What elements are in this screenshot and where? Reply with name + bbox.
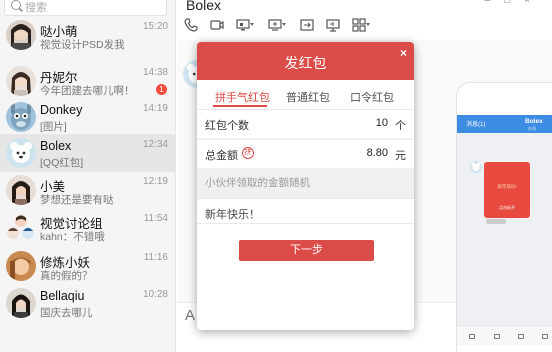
total-amount-field[interactable]: 总金额 拼 8.80 元: [197, 140, 414, 168]
red-packet-label: 点击拆开: [499, 205, 515, 210]
tab-lucky-packet[interactable]: 拼手气红包: [215, 89, 270, 105]
red-packet-icon[interactable]: [542, 334, 548, 339]
dialog-title: 发红包: [284, 55, 327, 71]
total-amount-value[interactable]: 8.80: [367, 147, 388, 159]
conversation-time: 14:19: [142, 103, 168, 114]
video-camera-icon: [210, 20, 224, 30]
send-file-button[interactable]: [300, 18, 316, 32]
avatar: [6, 102, 36, 132]
search-icon: [11, 0, 21, 10]
image-icon[interactable]: [494, 334, 500, 339]
screen-share-icon: [236, 19, 250, 31]
camera-icon[interactable]: [518, 334, 524, 339]
presentation-icon: [326, 19, 340, 32]
group-avatar: [6, 212, 36, 242]
packet-count-field[interactable]: 红包个数 10 个: [197, 110, 414, 138]
conversation-time: 14:38: [142, 67, 168, 78]
unread-badge: 1: [156, 84, 167, 95]
phone-preview: 消息(1) Bolex 在线 新年快乐! 点击拆开: [456, 82, 552, 352]
active-tab-indicator: [213, 105, 267, 107]
presentation-button[interactable]: [326, 18, 342, 32]
conversation-time: 11:54: [143, 213, 168, 224]
phone-back-label: 消息(1): [466, 122, 486, 128]
remote-desktop-button[interactable]: [268, 18, 290, 32]
conversation-preview: 梦想还是要有哒: [40, 194, 114, 206]
conversation-preview: kahn：不错哦: [40, 231, 105, 243]
conversation-preview: 今年团建去哪儿啊！: [40, 85, 135, 97]
phone-call-button[interactable]: [184, 18, 200, 32]
monitor-icon: [268, 19, 282, 31]
conversation-preview: 真的假的？: [40, 270, 93, 282]
video-call-button[interactable]: [210, 18, 226, 32]
conversation-item[interactable]: 小美 梦想还是要有哒 12:19: [0, 171, 176, 209]
hint-band: 小伙伴领取的金额随机: [197, 168, 414, 198]
chat-toolbar: [184, 18, 374, 36]
packet-count-label: 红包个数: [205, 120, 249, 132]
conversation-preview: [图片]: [40, 121, 67, 133]
packet-count-unit: 个: [395, 120, 406, 132]
conversation-item[interactable]: 丹妮尔 今年团建去哪儿啊！ 14:38 1: [0, 62, 176, 100]
conversation-sidebar: 搜索 哒小萌 视觉设计PSD发我 15:20 丹妮尔 今年团建去哪儿啊！ 14:…: [0, 0, 176, 352]
avatar: [6, 251, 36, 281]
grid-icon: [352, 18, 366, 32]
red-packet-message[interactable]: 新年快乐! 点击拆开: [484, 162, 530, 218]
conversation-time: 11:16: [143, 252, 168, 263]
packet-count-value[interactable]: 10: [376, 117, 388, 129]
file-transfer-icon: [300, 19, 314, 31]
avatar: [6, 66, 36, 96]
total-amount-unit: 元: [395, 150, 406, 162]
conversation-time: 15:20: [142, 21, 168, 32]
conversation-item[interactable]: 视觉讨论组 kahn：不错哦 11:54: [0, 208, 176, 246]
red-packet-tag: [486, 219, 506, 224]
window-controls[interactable]: –□×: [485, 0, 544, 6]
microphone-icon[interactable]: [469, 334, 475, 339]
chat-title: Bolex: [186, 0, 222, 13]
chevron-down-icon: [282, 23, 286, 26]
conversation-item[interactable]: 哒小萌 视觉设计PSD发我 15:20: [0, 16, 176, 54]
greeting-input[interactable]: 新年快乐！: [197, 198, 414, 224]
more-apps-button[interactable]: [352, 18, 374, 32]
greeting-text: 新年快乐！: [205, 209, 260, 221]
screen-share-button[interactable]: [236, 18, 258, 32]
phone-icon: [184, 18, 198, 32]
search-placeholder: 搜索: [25, 2, 47, 14]
avatar: [6, 175, 36, 205]
conversation-name: Bolex: [40, 139, 72, 153]
close-icon[interactable]: ×: [400, 46, 407, 60]
avatar: [470, 161, 482, 173]
total-amount-label: 总金额: [205, 150, 238, 162]
conversation-item[interactable]: 修炼小妖 真的假的？ 11:16: [0, 247, 176, 285]
random-amount-hint: 小伙伴领取的金额随机: [205, 177, 310, 189]
red-packet-text: 新年快乐!: [497, 184, 517, 189]
conversation-time: 12:19: [142, 176, 168, 187]
avatar: [6, 20, 36, 50]
next-step-button[interactable]: 下一步: [239, 240, 374, 261]
conversation-name: Bellaqiu: [40, 289, 85, 303]
search-input[interactable]: 搜索: [4, 0, 167, 16]
conversation-time: 10:28: [142, 289, 168, 300]
red-packet-dialog: 发红包 × 拼手气红包 普通红包 口令红包 红包个数 10 个 总金额 拼 8.…: [197, 42, 414, 330]
tab-password-packet[interactable]: 口令红包: [350, 89, 394, 105]
random-amount-badge: 拼: [242, 147, 254, 159]
conversation-preview: [QQ红包]: [40, 157, 84, 169]
chevron-down-icon: [366, 23, 370, 26]
font-style-icon[interactable]: A: [185, 307, 195, 324]
tab-normal-packet[interactable]: 普通红包: [286, 89, 330, 105]
conversation-preview: 视觉设计PSD发我: [40, 39, 125, 51]
avatar: [6, 288, 36, 318]
conversation-name: Donkey: [40, 103, 83, 117]
conversation-item[interactable]: Bolex [QQ红包] 12:34: [0, 134, 176, 172]
chevron-down-icon: [250, 23, 254, 26]
avatar: [6, 138, 36, 168]
phone-subtitle: 在线: [528, 126, 536, 131]
conversation-item[interactable]: Donkey [图片] 14:19: [0, 98, 176, 136]
phone-title: Bolex: [525, 118, 543, 125]
conversation-time: 12:34: [142, 139, 168, 150]
conversation-preview: 国庆去哪儿: [40, 307, 93, 319]
conversation-item[interactable]: Bellaqiu 国庆去哪儿 10:28: [0, 284, 176, 322]
